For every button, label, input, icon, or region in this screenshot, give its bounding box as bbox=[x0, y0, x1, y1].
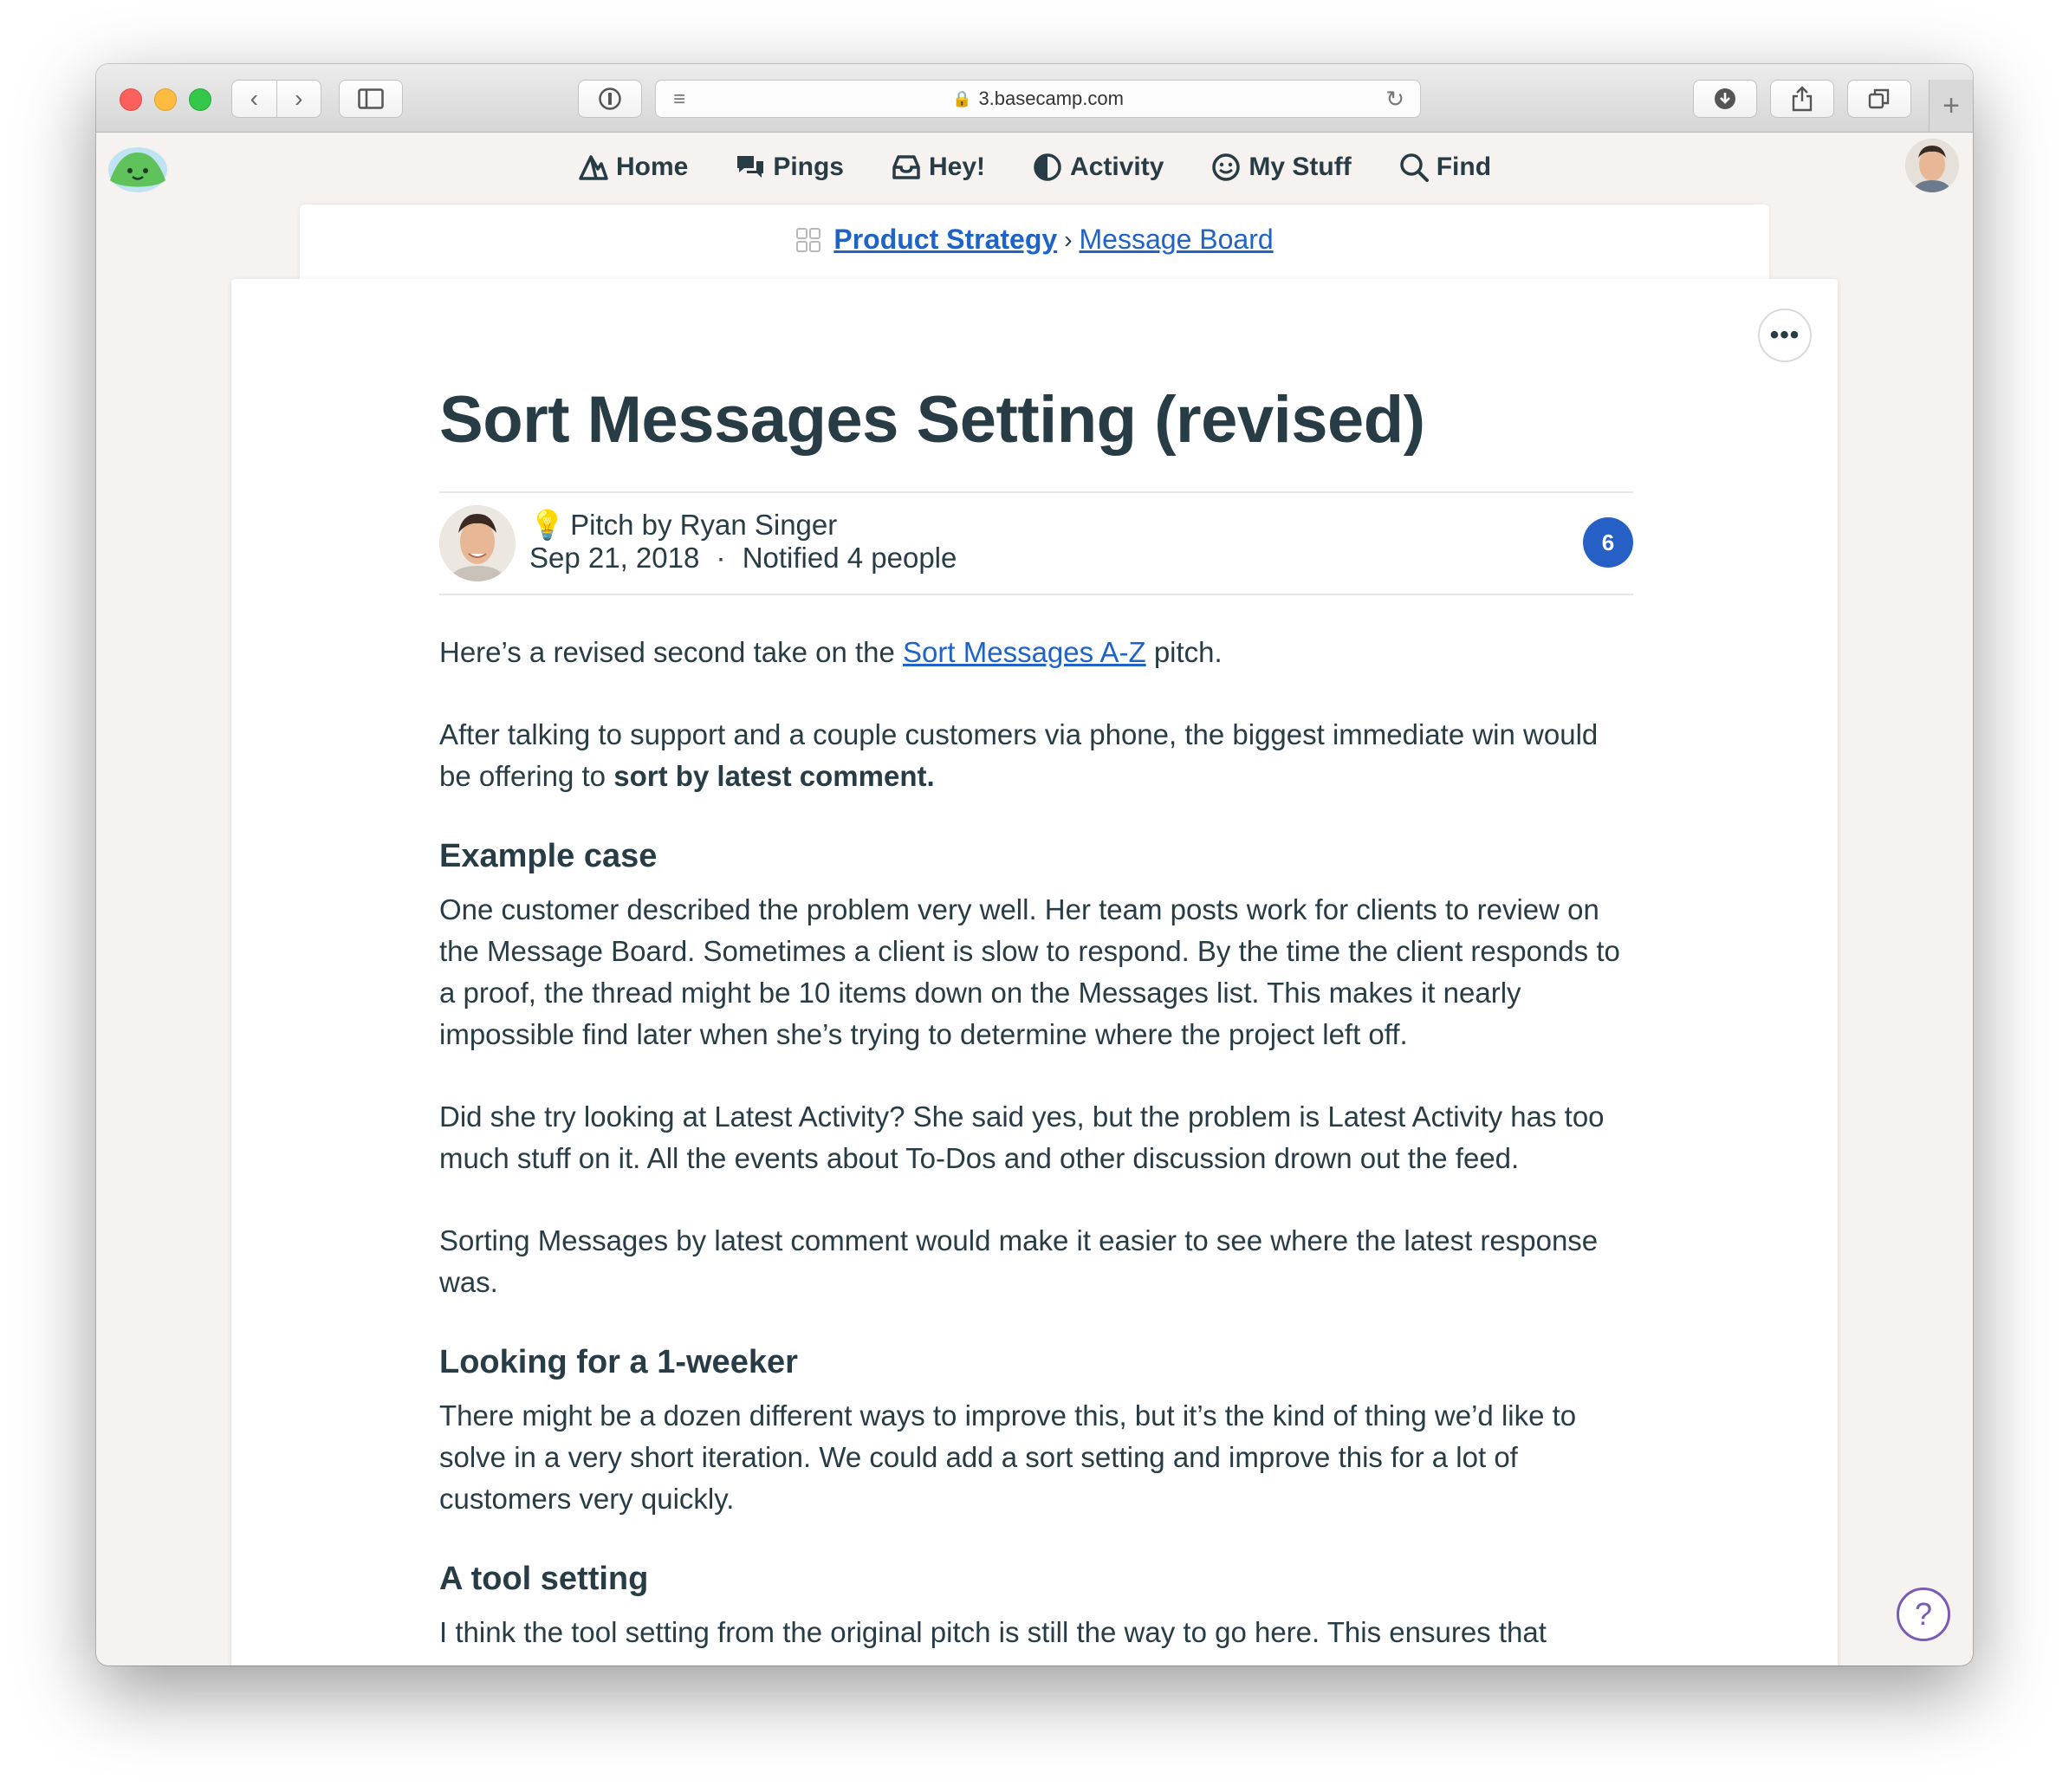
paragraph-intro: Here’s a revised second take on the Sort… bbox=[439, 632, 1633, 673]
paragraph-latest-activity: Did she try looking at Latest Activity? … bbox=[439, 1101, 1605, 1174]
paragraph-text: Here’s a revised second take on the bbox=[439, 636, 904, 668]
nav-home-label: Home bbox=[615, 153, 689, 181]
heading-one-weeker: Looking for a 1-weeker bbox=[439, 1344, 798, 1380]
history-nav-group: ‹ › bbox=[231, 80, 321, 118]
nav-find[interactable]: Find bbox=[1398, 146, 1491, 189]
inbox-tray-icon bbox=[892, 155, 920, 179]
lock-icon: 🔒 bbox=[952, 89, 972, 107]
plus-icon: + bbox=[1943, 88, 1960, 122]
breadcrumb-section-link[interactable]: Message Board bbox=[1080, 224, 1274, 256]
ellipsis-icon: ••• bbox=[1769, 321, 1800, 349]
message-date-line: Sep 21, 2018 · Notified 4 people bbox=[529, 542, 957, 575]
lightbulb-icon: 💡 bbox=[529, 509, 566, 541]
tabs-overview-button[interactable] bbox=[1847, 80, 1911, 118]
breadcrumb-card: Product Strategy › Message Board bbox=[300, 205, 1769, 282]
current-user-avatar[interactable] bbox=[1905, 139, 1959, 192]
downloads-button[interactable] bbox=[1693, 80, 1757, 118]
nav-activity-label: Activity bbox=[1070, 153, 1164, 181]
nav-activity[interactable]: Activity bbox=[1032, 146, 1164, 189]
sidebar-icon bbox=[358, 88, 384, 109]
smiley-icon bbox=[1212, 153, 1241, 181]
message-category: Pitch by Ryan Singer bbox=[570, 509, 838, 541]
close-window-button[interactable] bbox=[120, 88, 142, 111]
breadcrumb-project-link[interactable]: Product Strategy bbox=[833, 224, 1057, 256]
top-navigation: Home Pings Hey! Activity My Stuff Find bbox=[96, 146, 1973, 189]
sort-messages-az-link[interactable]: Sort Messages A-Z bbox=[903, 636, 1146, 668]
nav-my-stuff-label: My Stuff bbox=[1249, 153, 1352, 181]
nav-pings-label: Pings bbox=[773, 153, 844, 181]
tabs-icon bbox=[1868, 88, 1890, 109]
minimize-window-button[interactable] bbox=[154, 88, 177, 111]
chat-bubbles-icon bbox=[737, 156, 764, 178]
share-button[interactable] bbox=[1770, 80, 1834, 118]
forward-button[interactable]: › bbox=[277, 81, 321, 117]
author-avatar[interactable] bbox=[439, 505, 516, 581]
help-button[interactable]: ? bbox=[1897, 1587, 1950, 1641]
paragraph-support: After talking to support and a couple cu… bbox=[439, 714, 1633, 797]
chevron-right-icon: › bbox=[295, 85, 303, 112]
meta-dot: · bbox=[716, 542, 726, 574]
message-content: Sort Messages Setting (revised) 💡 Pitch b… bbox=[439, 372, 1633, 1653]
question-mark-icon: ? bbox=[1914, 1596, 1933, 1632]
nav-home[interactable]: Home bbox=[578, 146, 688, 189]
reload-icon[interactable]: ↻ bbox=[1385, 86, 1404, 113]
password-manager-button[interactable] bbox=[578, 80, 642, 118]
person-avatar-icon bbox=[1905, 139, 1959, 192]
magnifier-icon bbox=[1399, 153, 1429, 182]
sidebar-toggle-button[interactable] bbox=[339, 80, 403, 118]
heading-example-case: Example case bbox=[439, 838, 658, 874]
browser-toolbar: ‹ › ≡ 🔒 3.basecamp.com ↻ + bbox=[96, 64, 1973, 133]
onepassword-icon bbox=[599, 88, 621, 110]
chevron-left-icon: ‹ bbox=[250, 85, 258, 112]
paragraph-text: pitch. bbox=[1145, 636, 1223, 668]
paragraph-sorting: Sorting Messages by latest comment would… bbox=[439, 1224, 1599, 1298]
message-date: Sep 21, 2018 bbox=[529, 542, 700, 574]
share-icon bbox=[1792, 86, 1813, 112]
breadcrumb: Product Strategy › Message Board bbox=[300, 224, 1769, 256]
mountain-icon bbox=[579, 155, 608, 180]
breadcrumb-separator: › bbox=[1064, 225, 1073, 253]
paragraph-iteration: There might be a dozen different ways to… bbox=[439, 1399, 1577, 1515]
download-icon bbox=[1715, 88, 1735, 109]
address-bar[interactable]: ≡ 🔒 3.basecamp.com ↻ bbox=[655, 80, 1421, 118]
heading-tool-setting: A tool setting bbox=[439, 1561, 649, 1597]
more-options-button[interactable]: ••• bbox=[1758, 308, 1812, 362]
paragraph-tool-setting: I think the tool setting from the origin… bbox=[439, 1616, 1547, 1648]
nav-find-label: Find bbox=[1436, 153, 1492, 181]
page-title: Sort Messages Setting (revised) bbox=[439, 383, 1425, 457]
zoom-window-button[interactable] bbox=[189, 88, 211, 111]
nav-hey[interactable]: Hey! bbox=[891, 146, 985, 189]
message-meta: 💡 Pitch by Ryan Singer Sep 21, 2018 · Not… bbox=[439, 491, 1633, 595]
nav-hey-label: Hey! bbox=[929, 153, 986, 181]
person-avatar-icon bbox=[439, 505, 516, 581]
nav-pings[interactable]: Pings bbox=[735, 146, 844, 189]
paragraph-example: One customer described the problem very … bbox=[439, 893, 1620, 1050]
back-button[interactable]: ‹ bbox=[232, 81, 277, 117]
message-body: Here’s a revised second take on the Sort… bbox=[439, 632, 1633, 1653]
half-circle-icon bbox=[1034, 153, 1061, 181]
nav-my-stuff[interactable]: My Stuff bbox=[1210, 146, 1352, 189]
bold-text: sort by latest comment. bbox=[613, 760, 935, 792]
message-category-line: 💡 Pitch by Ryan Singer bbox=[529, 509, 837, 542]
browser-window: ‹ › ≡ 🔒 3.basecamp.com ↻ + Home Pings He… bbox=[96, 64, 1973, 1665]
url-text: 3.basecamp.com bbox=[978, 88, 1124, 109]
notified-count: Notified 4 people bbox=[742, 542, 957, 574]
comment-count-badge[interactable]: 6 bbox=[1583, 517, 1633, 568]
grid-icon bbox=[796, 227, 821, 252]
new-tab-button[interactable]: + bbox=[1929, 80, 1973, 132]
